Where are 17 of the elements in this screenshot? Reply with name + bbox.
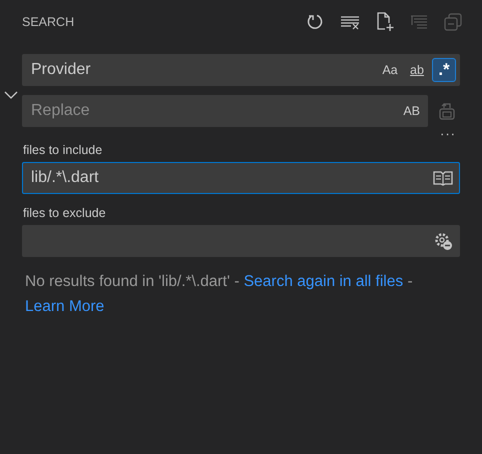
- message-link[interactable]: Search again in all files: [244, 273, 404, 290]
- whole-word-toggle[interactable]: ab: [405, 58, 429, 82]
- include-field[interactable]: lib/.*\.dart: [22, 162, 460, 194]
- book-icon[interactable]: [433, 170, 453, 186]
- regex-toggle[interactable]: .*: [432, 58, 456, 82]
- panel-title: SEARCH: [22, 15, 74, 29]
- more-options-button[interactable]: ···: [436, 127, 460, 141]
- preserve-case-toggle[interactable]: AB: [399, 99, 424, 123]
- search-field[interactable]: Provider Aa ab .*: [22, 54, 460, 86]
- exclude-label: files to exclude: [23, 206, 107, 220]
- message-link[interactable]: Learn More: [25, 298, 104, 315]
- gear-icon[interactable]: [433, 231, 453, 251]
- include-label: files to include: [23, 143, 104, 157]
- exclude-field[interactable]: [22, 225, 460, 257]
- no-results-message: No results found in 'lib/.*\.dart' - Search again in all files - Learn More: [25, 272, 414, 317]
- match-case-toggle[interactable]: Aa: [378, 58, 402, 82]
- replace-field[interactable]: Replace AB: [22, 95, 428, 127]
